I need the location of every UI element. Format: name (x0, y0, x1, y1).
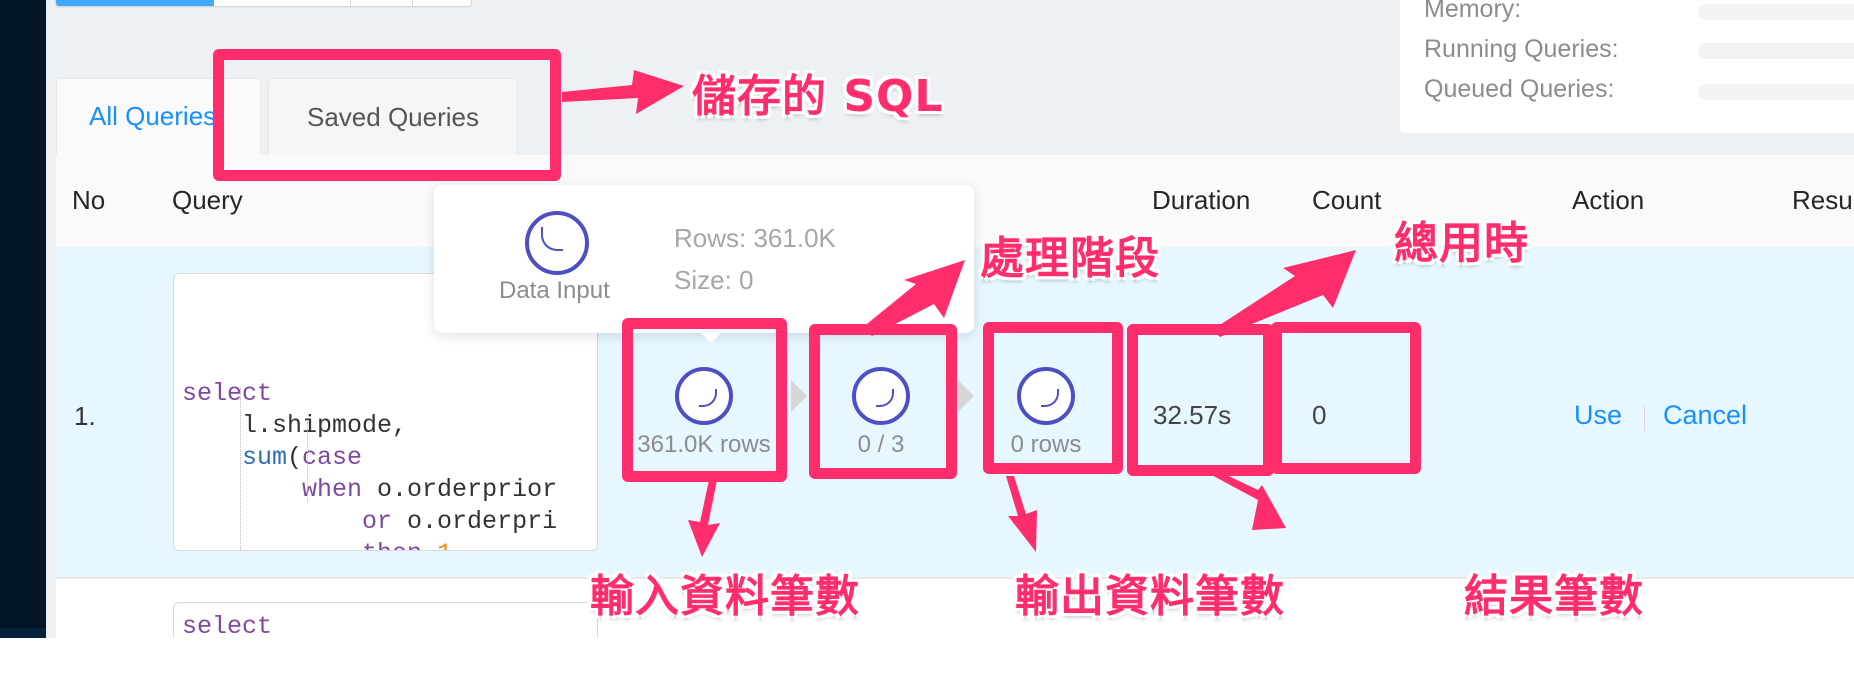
stage-progress-icon (525, 211, 589, 275)
code-text: o.orderprior (362, 475, 558, 504)
code-function: sum (242, 443, 288, 472)
col-no: No (72, 185, 106, 215)
query-code-box[interactable]: select (173, 602, 598, 638)
stat-running-bar (1698, 43, 1854, 59)
use-link[interactable]: Use (1574, 400, 1622, 431)
segment-3[interactable] (351, 0, 413, 6)
action-divider (1644, 405, 1645, 431)
code-text: l.shipmode, (242, 411, 408, 440)
annotation-total-time: 總用時 (1394, 218, 1529, 269)
stat-running-label: Running Queries: (1424, 35, 1619, 63)
row-number: 1. (74, 401, 96, 431)
segment-1[interactable] (56, 0, 214, 6)
col-count: Count (1312, 185, 1382, 215)
code-keyword: then (362, 539, 422, 550)
code-keyword: select (182, 612, 273, 638)
code-text: o.orderpri (392, 507, 558, 536)
segment-2[interactable] (214, 0, 351, 6)
annotation-saved-sql: 儲存的 SQL (692, 71, 944, 122)
code-keyword: case (302, 443, 363, 472)
stat-memory-label: Memory: (1424, 0, 1522, 23)
annotation-box-duration (1127, 324, 1274, 476)
annotation-result-count: 結果筆數 (1464, 571, 1644, 622)
stat-queued-bar (1698, 84, 1854, 100)
indent-guide (240, 388, 241, 550)
cancel-link[interactable]: Cancel (1663, 400, 1747, 431)
stat-memory-bar (1698, 4, 1854, 20)
annotation-processing-stage: 處理階段 (980, 233, 1160, 284)
stat-queued-label: Queued Queries: (1424, 75, 1615, 103)
annotation-box-count (1271, 322, 1421, 474)
annotation-output-rows: 輸出資料筆數 (1015, 571, 1285, 622)
sidebar (0, 0, 46, 638)
code-number: 1 (437, 539, 452, 550)
col-action: Action (1572, 185, 1645, 215)
sidebar-selected-item[interactable] (0, 628, 46, 638)
col-duration: Duration (1152, 185, 1251, 215)
col-result: Resu (1792, 185, 1853, 215)
tooltip-size: Size: 0 (674, 265, 754, 295)
indent-guide (307, 422, 308, 502)
annotation-box-output-rows (983, 322, 1123, 474)
tooltip-title: Data Input (499, 277, 610, 304)
annotation-box-input-rows (622, 318, 787, 482)
annotation-box-processing (809, 324, 957, 479)
code-keyword: or (362, 507, 393, 536)
stage-tooltip: Data Input Rows: 361.0K Size: 0 (434, 185, 974, 343)
chevron-right-icon (791, 380, 807, 412)
segmented-control (55, 0, 472, 7)
col-query: Query (172, 185, 243, 215)
cluster-stats-panel: Memory: Running Queries: Queued Queries: (1400, 0, 1854, 133)
segment-4[interactable] (413, 0, 471, 6)
code-keyword: select (182, 379, 273, 408)
annotation-box-saved-queries (213, 49, 561, 181)
tooltip-rows: Rows: 361.0K (674, 223, 836, 253)
annotation-input-rows: 輸入資料筆數 (590, 571, 860, 622)
code-keyword: when (302, 475, 363, 504)
